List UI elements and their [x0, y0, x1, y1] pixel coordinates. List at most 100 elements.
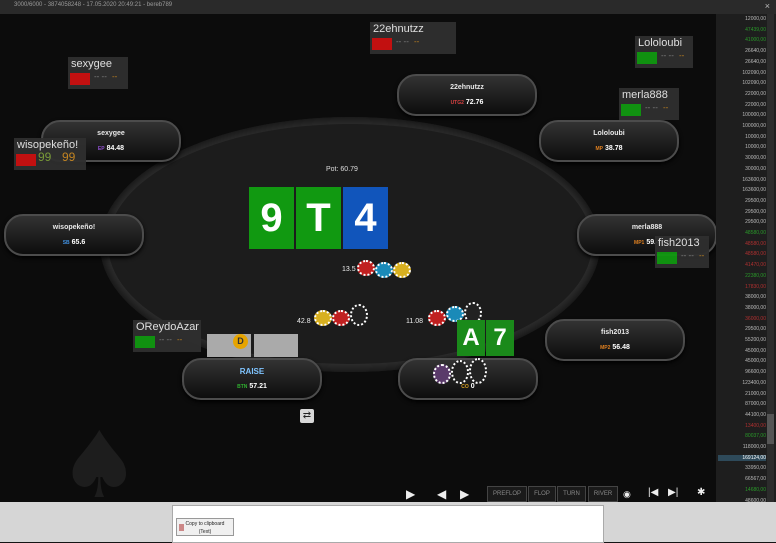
- player-tag-fish2013[interactable]: fish2013 -- -- --: [655, 236, 709, 268]
- history-row[interactable]: 41000,00: [718, 37, 766, 43]
- window-title: 3000/6000 - 3874058248 - 17.05.2020 20:4…: [14, 2, 173, 8]
- seat-cutoff[interactable]: CO 0: [398, 358, 538, 400]
- history-row[interactable]: 13400,00: [718, 423, 766, 429]
- history-row[interactable]: 169124,00: [718, 454, 766, 461]
- history-row[interactable]: 47439,00: [718, 27, 766, 33]
- scrollbar-thumb[interactable]: [767, 414, 774, 444]
- tag-name: fish2013: [658, 237, 700, 249]
- bet-amount-sb: 13.5: [342, 266, 356, 273]
- pot-label: Pot:: [326, 166, 339, 173]
- seat-position: BTN: [237, 384, 248, 390]
- bet-amount-btn: 42.8: [297, 318, 311, 325]
- history-row[interactable]: 102090,00: [718, 70, 766, 76]
- seat-name: sexygee: [97, 130, 125, 137]
- dealer-button: D: [233, 334, 248, 349]
- history-row[interactable]: 22000,00: [718, 91, 766, 97]
- chip-icon: [375, 262, 393, 278]
- history-row[interactable]: 163600,00: [718, 177, 766, 183]
- history-row[interactable]: 21000,00: [718, 391, 766, 397]
- history-row[interactable]: 100000,00: [718, 123, 766, 129]
- history-row[interactable]: 38000,00: [718, 305, 766, 311]
- history-row[interactable]: 10000,00: [718, 134, 766, 140]
- history-row[interactable]: 118000,00: [718, 444, 766, 450]
- player-tag-sexygee[interactable]: sexygee -- -- --: [68, 57, 128, 89]
- history-row[interactable]: 29500,00: [718, 219, 766, 225]
- history-row[interactable]: 45000,00: [718, 348, 766, 354]
- board-card-2: T: [296, 187, 341, 249]
- history-row[interactable]: 80037,00: [718, 433, 766, 439]
- seat-22ehnutzz[interactable]: 22ehnutzz UTG2 72.76: [397, 74, 537, 116]
- turn-button[interactable]: TURN: [557, 486, 586, 502]
- seat-fish2013[interactable]: fish2013 MP2 56.48: [545, 319, 685, 361]
- play-button[interactable]: ▶: [406, 487, 415, 501]
- history-row[interactable]: 100000,00: [718, 112, 766, 118]
- title-bar: 3000/6000 - 3874058248 - 17.05.2020 20:4…: [0, 0, 776, 15]
- copy-to-clipboard-button[interactable]: Copy to clipboard (Text): [176, 518, 234, 536]
- clipboard-sublabel: (Text): [198, 529, 212, 535]
- player-tag-merla888[interactable]: merla888 -- -- --: [619, 88, 679, 120]
- seat-position: SB: [62, 240, 70, 246]
- eye-icon[interactable]: ◉: [623, 489, 631, 500]
- gear-icon[interactable]: ✱: [697, 487, 705, 498]
- history-row[interactable]: 38000,00: [718, 294, 766, 300]
- history-row[interactable]: 26640,00: [718, 59, 766, 65]
- history-row[interactable]: 102090,00: [718, 80, 766, 86]
- history-row[interactable]: 45000,00: [718, 358, 766, 364]
- seat-stack: 56.48: [612, 344, 630, 351]
- history-row[interactable]: 48580,00: [718, 230, 766, 236]
- history-row[interactable]: 66567,00: [718, 476, 766, 482]
- history-row[interactable]: 96600,00: [718, 369, 766, 375]
- tag-stat-1: -- --: [681, 251, 694, 260]
- seat-stack: 65.6: [71, 239, 86, 246]
- seat-position: MP1: [634, 240, 645, 246]
- hand-history-list[interactable]: 12000,00 47439,00 41000,00 26640,00 26640,00…: [716, 14, 776, 510]
- history-row[interactable]: 22380,00: [718, 273, 766, 279]
- history-row[interactable]: 55200,00: [718, 337, 766, 343]
- preflop-button[interactable]: PREFLOP: [487, 486, 527, 502]
- seat-wisopekeno[interactable]: wisopekeño! SB 65.6: [4, 214, 144, 256]
- player-tag-lololoubi[interactable]: Lololoubi -- -- --: [635, 36, 693, 68]
- river-button[interactable]: RIVER: [588, 486, 618, 502]
- history-row[interactable]: 29500,00: [718, 198, 766, 204]
- seat-lololoubi[interactable]: Lololoubi MP 38.78: [539, 120, 679, 162]
- chip-icon: [433, 364, 451, 384]
- history-row[interactable]: 22000,00: [718, 102, 766, 108]
- flop-button[interactable]: FLOP: [528, 486, 556, 502]
- history-row[interactable]: 48580,00: [718, 251, 766, 257]
- player-tag-22ehnutzz[interactable]: 22ehnutzz -- -- --: [370, 22, 456, 54]
- history-row[interactable]: 44100,00: [718, 412, 766, 418]
- tag-stat-2: --: [177, 335, 183, 344]
- close-icon[interactable]: ×: [765, 1, 770, 11]
- history-row[interactable]: 30000,00: [718, 155, 766, 161]
- seat-stack: 57.21: [249, 383, 267, 390]
- history-row[interactable]: 26640,00: [718, 48, 766, 54]
- bet-amount-co: 11.08: [406, 318, 423, 325]
- history-row[interactable]: 123400,00: [718, 380, 766, 386]
- output-field[interactable]: [172, 505, 604, 543]
- chip-icon: [428, 310, 446, 326]
- history-row[interactable]: 29500,00: [718, 209, 766, 215]
- last-hand-button[interactable]: ▶|: [668, 487, 678, 498]
- history-row[interactable]: 41470,00: [718, 262, 766, 268]
- history-row[interactable]: 163600,00: [718, 187, 766, 193]
- history-row[interactable]: 10000,00: [718, 144, 766, 150]
- history-row[interactable]: 87000,00: [718, 401, 766, 407]
- step-forward-button[interactable]: ▶: [460, 487, 469, 501]
- seat-hero-raise[interactable]: RAISE BTN 57.21: [182, 358, 322, 400]
- history-row[interactable]: 36000,00: [718, 316, 766, 322]
- history-row[interactable]: 33950,00: [718, 465, 766, 471]
- history-row[interactable]: 48580,00: [718, 241, 766, 247]
- tag-name: OReydoAzar: [136, 321, 199, 333]
- swap-icon[interactable]: ⇄: [300, 409, 314, 423]
- first-hand-button[interactable]: |◀: [648, 487, 658, 498]
- player-tag-oreydoazar[interactable]: OReydoAzar -- -- --: [133, 320, 201, 352]
- chip-icon: [469, 358, 487, 384]
- history-row[interactable]: 30000,00: [718, 166, 766, 172]
- player-tag-wisopekeno[interactable]: wisopekeño! 99 99: [14, 138, 86, 170]
- tag-stat-1: -- --: [661, 51, 674, 60]
- history-row[interactable]: 17830,00: [718, 284, 766, 290]
- step-back-button[interactable]: ◀: [437, 487, 446, 501]
- history-row[interactable]: 12000,00: [718, 16, 766, 22]
- history-row[interactable]: 29500,00: [718, 326, 766, 332]
- history-row[interactable]: 14680,00: [718, 487, 766, 493]
